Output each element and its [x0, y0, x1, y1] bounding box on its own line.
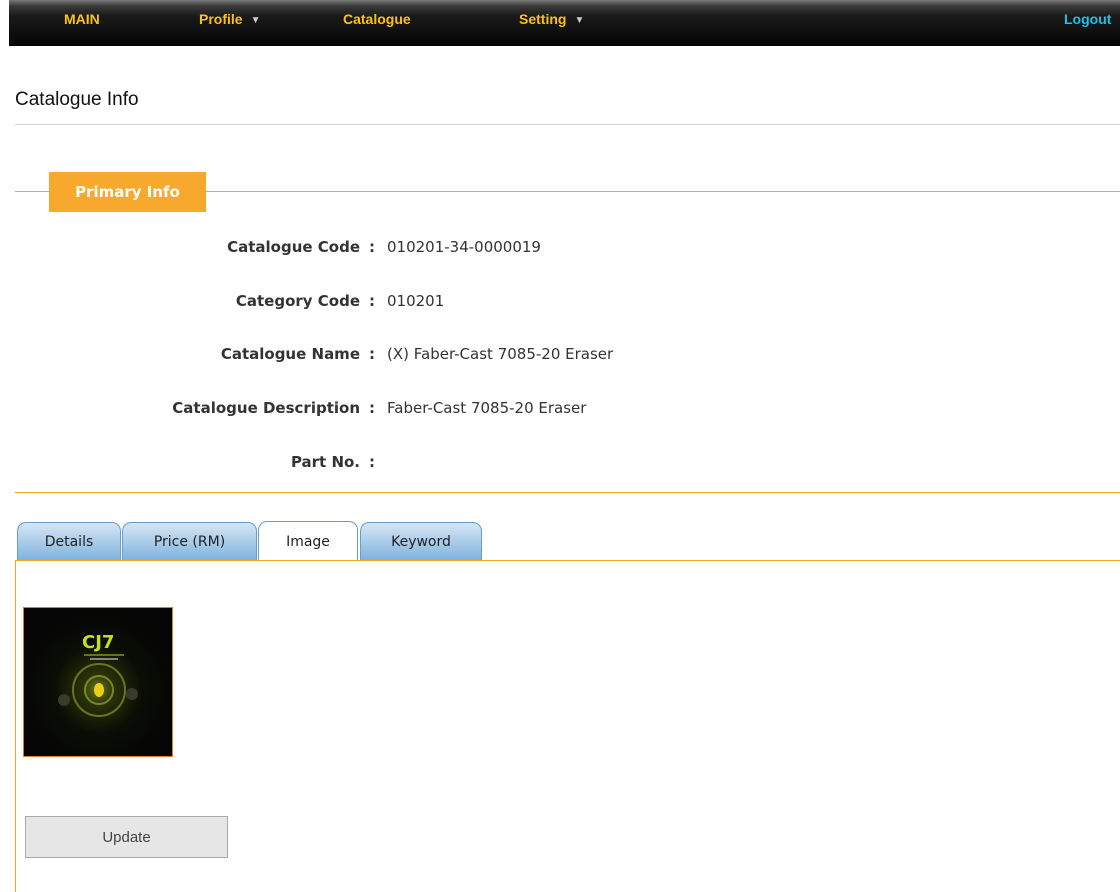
info-label: Catalogue Code [227, 238, 360, 256]
nav-catalogue[interactable]: Catalogue [343, 11, 411, 27]
thumbnail-logo-text: CJ7 [82, 632, 114, 653]
thumbnail-artwork: CJ7 [58, 632, 138, 717]
info-label: Catalogue Name [220, 345, 360, 363]
catalogue-image-thumbnail[interactable]: CJ7 [23, 607, 173, 757]
tab-details[interactable]: Details [17, 522, 121, 560]
info-value: 010201-34-0000019 [387, 238, 541, 256]
info-row-category-code: Category Code : 010201 [0, 292, 1120, 314]
info-row-catalogue-code: Catalogue Code : 010201-34-0000019 [0, 238, 1120, 260]
title-divider [15, 124, 1120, 125]
info-row-catalogue-name: Catalogue Name : (X) Faber-Cast 7085-20 … [0, 345, 1120, 367]
nav-profile[interactable]: Profile ▼ [199, 11, 260, 27]
nav-logout[interactable]: Logout [1064, 11, 1111, 27]
info-label: Part No. [290, 453, 360, 471]
nav-setting[interactable]: Setting ▼ [519, 11, 584, 27]
info-value: (X) Faber-Cast 7085-20 Eraser [387, 345, 614, 363]
info-value: Faber-Cast 7085-20 Eraser [387, 399, 587, 417]
nav-setting-label: Setting [519, 11, 567, 27]
info-row-part-no: Part No. : [0, 453, 1120, 475]
primary-info-legend: Primary Info [49, 172, 206, 212]
info-separator: : [369, 399, 375, 417]
nav-main[interactable]: MAIN [64, 11, 100, 27]
top-nav-bar: MAIN Profile ▼ Catalogue Setting ▼ Logout [9, 0, 1120, 46]
update-button[interactable]: Update [25, 816, 228, 858]
info-separator: : [369, 292, 375, 310]
tab-keyword[interactable]: Keyword [360, 522, 482, 560]
fieldset-border-right [206, 191, 1120, 192]
nav-profile-label: Profile [199, 11, 243, 27]
info-label: Catalogue Description [172, 399, 360, 417]
info-separator: : [369, 345, 375, 363]
info-separator: : [369, 453, 375, 471]
chevron-down-icon: ▼ [250, 15, 261, 26]
fieldset-border-bottom [15, 492, 1120, 493]
info-separator: : [369, 238, 375, 256]
tab-image[interactable]: Image [258, 521, 358, 561]
info-label: Category Code [235, 292, 360, 310]
tab-panel-border-left [15, 560, 16, 892]
tab-panel-border-top [15, 560, 1120, 561]
info-row-catalogue-description: Catalogue Description : Faber-Cast 7085-… [0, 399, 1120, 421]
chevron-down-icon: ▼ [574, 15, 585, 26]
fieldset-border-left [15, 191, 49, 192]
tab-price[interactable]: Price (RM) [122, 522, 257, 560]
info-value: 010201 [387, 292, 445, 310]
page-title: Catalogue Info [15, 89, 139, 110]
